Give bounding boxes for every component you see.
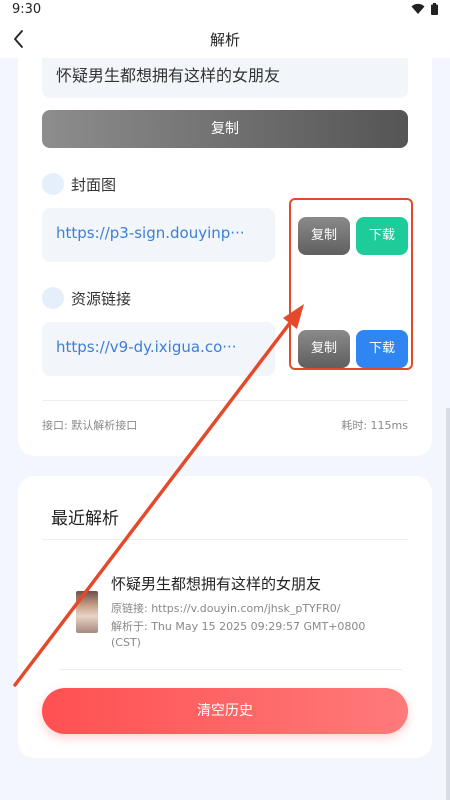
- battery-icon: [431, 3, 438, 15]
- history-item[interactable]: 怀疑男生都想拥有这样的女朋友 原链接: https://v.douyin.com…: [74, 573, 394, 657]
- cover-section-label: 封面图: [42, 173, 116, 195]
- interface-info: 接口: 默认解析接口: [42, 419, 138, 432]
- cover-url-box[interactable]: https://p3-sign.douyinp···: [42, 208, 275, 262]
- resource-section-label: 资源链接: [42, 287, 131, 309]
- history-source: 原链接: https://v.douyin.com/jhsk_pTYFR0/: [111, 602, 341, 615]
- copy-title-button[interactable]: 复制: [42, 110, 408, 148]
- parse-result-card: 怀疑男生都想拥有这样的女朋友 复制 封面图 https://p3-sign.do…: [18, 58, 432, 456]
- recent-title: 最近解析: [51, 509, 119, 529]
- cover-download-button[interactable]: 下载: [356, 217, 408, 255]
- scrollbar[interactable]: [446, 408, 450, 800]
- divider: [42, 400, 408, 401]
- video-title: 怀疑男生都想拥有这样的女朋友: [56, 66, 281, 85]
- status-time: 9:30: [12, 2, 42, 17]
- page-title: 解析: [209, 31, 240, 49]
- wifi-icon: [411, 3, 425, 15]
- resource-download-button[interactable]: 下载: [356, 330, 408, 368]
- resource-copy-button[interactable]: 复制: [298, 330, 350, 368]
- cover-copy-button[interactable]: 复制: [298, 217, 350, 255]
- status-icons: [411, 3, 438, 15]
- cover-url[interactable]: https://p3-sign.douyinp···: [56, 224, 266, 242]
- divider: [60, 669, 402, 670]
- history-title: 怀疑男生都想拥有这样的女朋友: [111, 575, 322, 593]
- cover-label: 封面图: [71, 175, 117, 194]
- resource-label: 资源链接: [71, 289, 132, 308]
- resource-url-box[interactable]: https://v9-dy.ixigua.co···: [42, 322, 275, 376]
- resource-url[interactable]: https://v9-dy.ixigua.co···: [56, 338, 266, 356]
- status-bar: 9:30: [0, 0, 450, 20]
- top-bar: 解析: [0, 20, 450, 58]
- resource-dot-icon: [42, 287, 64, 309]
- history-parsed-at: 解析于: Thu May 15 2025 09:29:57 GMT+0800: [111, 620, 366, 633]
- elapsed-time: 耗时: 115ms: [341, 419, 408, 432]
- history-thumbnail: [76, 591, 98, 633]
- cover-dot-icon: [42, 173, 64, 195]
- history-parsed-at-tz: (CST): [111, 636, 141, 649]
- divider: [42, 539, 408, 540]
- video-title-box: 怀疑男生都想拥有这样的女朋友: [42, 58, 408, 98]
- recent-card: 最近解析 怀疑男生都想拥有这样的女朋友 原链接: https://v.douyi…: [18, 476, 432, 758]
- clear-history-button[interactable]: 清空历史: [42, 688, 408, 734]
